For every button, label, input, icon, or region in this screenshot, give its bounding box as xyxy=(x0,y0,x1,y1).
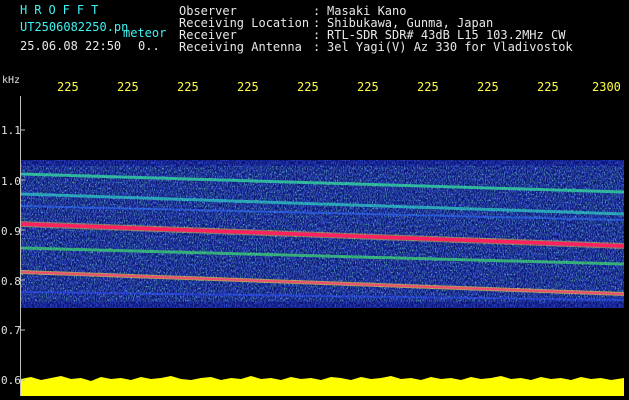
power-profile xyxy=(21,376,624,396)
y-tick-label: 0.9 xyxy=(1,225,21,238)
y-tick-label: 0.8 xyxy=(1,275,21,288)
x-tick-label: 2300 xyxy=(592,80,621,94)
x-tick-label: 225 xyxy=(297,80,319,94)
x-tick-label: 225 xyxy=(177,80,199,94)
x-tick-label: 225 xyxy=(57,80,79,94)
x-tick-label: 225 xyxy=(477,80,499,94)
extra-indicator: 0.. xyxy=(138,39,160,53)
x-tick-label: 225 xyxy=(237,80,259,94)
y-tick-label: 0.7 xyxy=(1,324,21,337)
x-tick-label: 225 xyxy=(357,80,379,94)
file-name: UT2506082250.pn xyxy=(20,20,129,34)
y-tick-label: 0.6 xyxy=(1,374,21,387)
y-tick-label: 1.0 xyxy=(1,175,21,188)
antenna-label: Receiving Antenna xyxy=(179,40,302,54)
antenna-value: 3el Yagi(V) Az 330 for Vladivostok xyxy=(327,40,573,54)
x-tick-label: 225 xyxy=(537,80,559,94)
x-tick-label: 225 xyxy=(117,80,139,94)
antenna-colon: : xyxy=(313,40,321,54)
x-tick-label: 225 xyxy=(417,80,439,94)
spectrogram-window: HROFFT UT2506082250.pn meteor 25.06.08 2… xyxy=(0,0,629,400)
timestamp: 25.06.08 22:50 xyxy=(20,39,122,53)
spectrogram-canvas xyxy=(21,129,624,396)
power-bar xyxy=(21,376,624,396)
spectrogram-plot xyxy=(20,96,624,396)
y-axis-unit: kHz xyxy=(2,75,21,86)
mode-label: meteor xyxy=(123,26,167,40)
brand-title: HROFFT xyxy=(20,3,106,17)
y-tick-label: 1.1 xyxy=(1,124,21,137)
